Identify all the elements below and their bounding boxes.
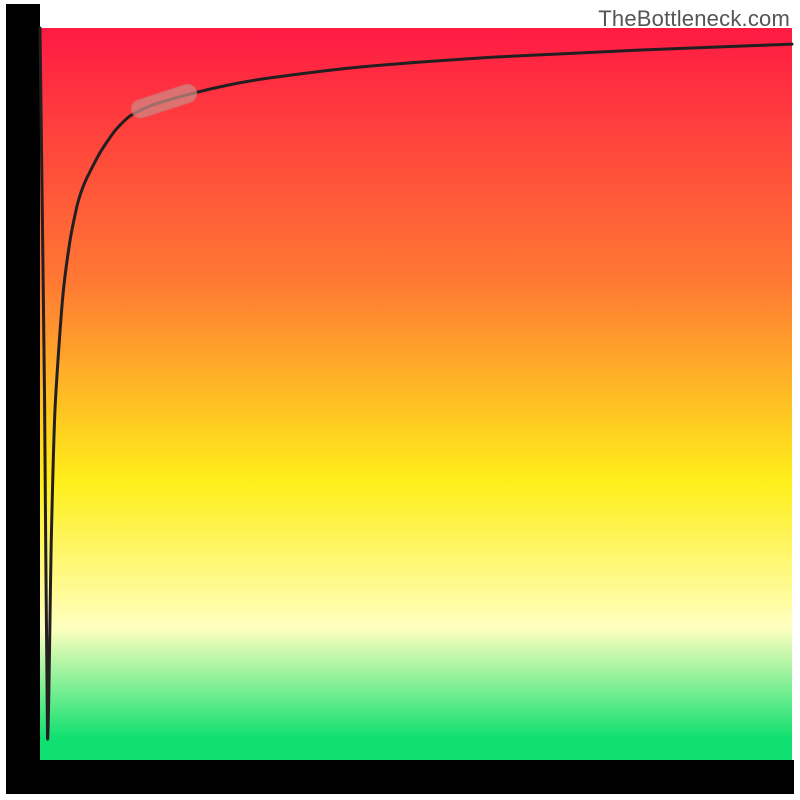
watermark-label: TheBottleneck.com <box>598 6 790 32</box>
x-axis <box>6 760 794 794</box>
y-axis <box>6 4 40 794</box>
plot-background <box>40 28 792 760</box>
bottleneck-chart <box>0 0 800 800</box>
chart-container: TheBottleneck.com <box>0 0 800 800</box>
